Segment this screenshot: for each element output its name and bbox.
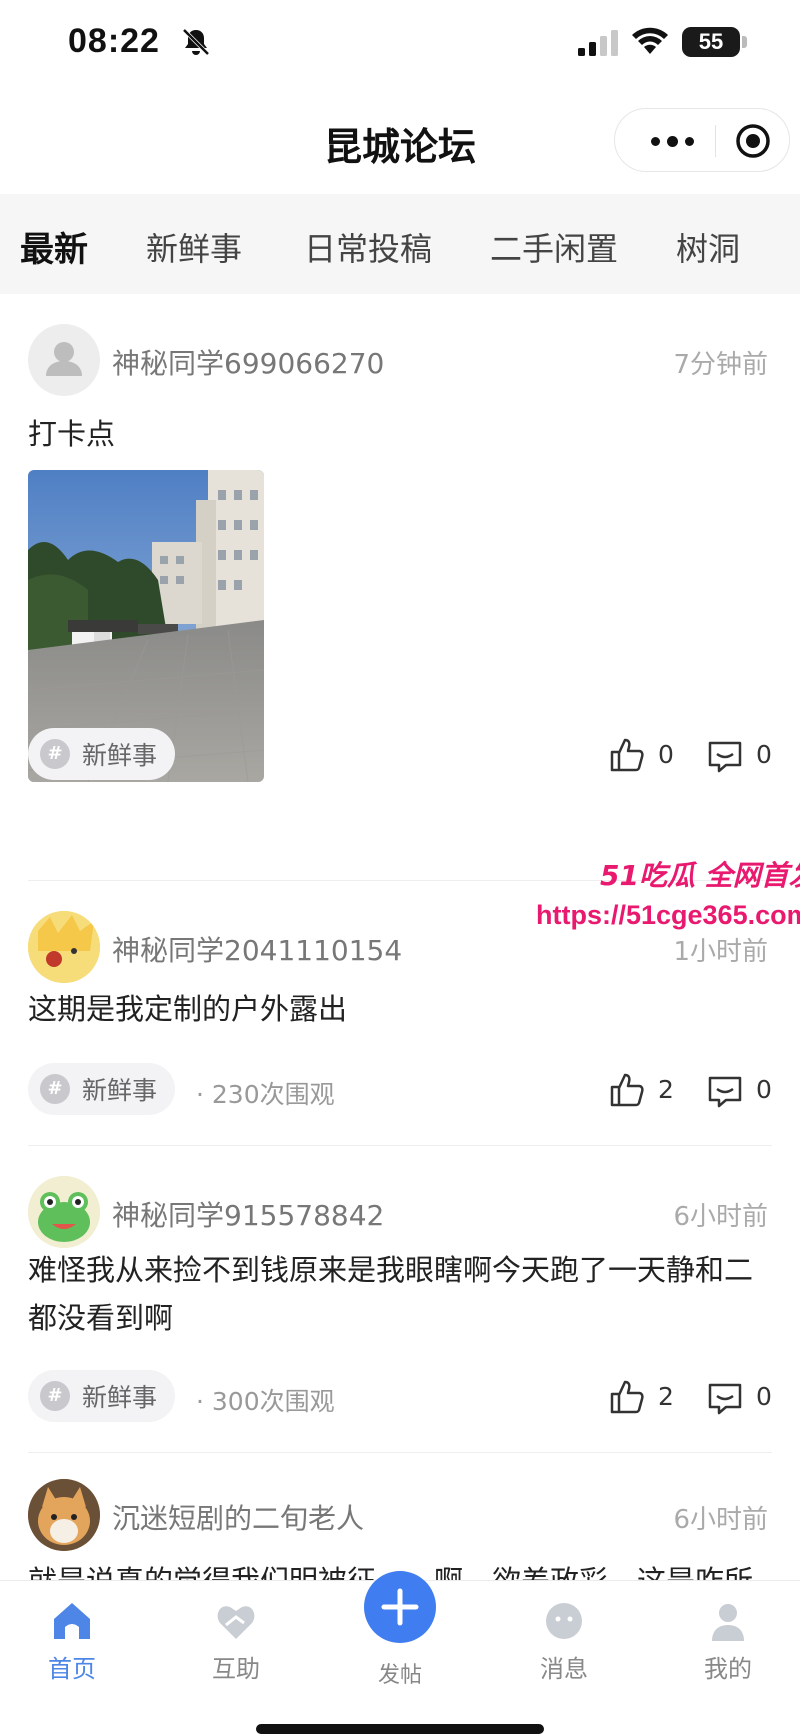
watermark-brand: 51吃瓜 全网首发 (600, 859, 800, 892)
battery-cap (742, 36, 747, 48)
close-target-icon[interactable] (731, 119, 775, 163)
status-bar: 08:22 55 (0, 0, 800, 90)
tab-mine-label: 我的 (704, 1655, 752, 1683)
home-indicator (256, 1724, 544, 1734)
post-content[interactable]: 这期是我定制的户外露出 (28, 985, 772, 1033)
post-card[interactable]: 神秘同学699066270 7分钟前 打卡点 # 新鲜事 0 0 (0, 294, 800, 881)
cellular-signal-icon (578, 30, 618, 56)
topic-tag[interactable]: # 新鲜事 (28, 1063, 176, 1115)
heart-hands-icon (217, 1606, 255, 1639)
tab-second-hand[interactable]: 二手闲置 (490, 224, 618, 270)
status-time: 08:22 (68, 22, 160, 60)
hash-icon: # (40, 1074, 70, 1104)
author-name[interactable]: 神秘同学2041110154 (112, 929, 402, 969)
like-count: 2 (658, 1382, 674, 1411)
author-name[interactable]: 神秘同学699066270 (112, 342, 384, 382)
category-tabs: 最新 新鲜事 日常投稿 二手闲置 树洞 (0, 194, 800, 294)
view-count: · 300次围观 (196, 1387, 335, 1416)
author-name[interactable]: 沉迷短剧的二旬老人 (112, 1497, 364, 1537)
hash-icon: # (40, 1381, 70, 1411)
bottom-tab-bar: 首页 互助 发帖 消息 我的 (0, 1571, 800, 1736)
post-content[interactable]: 难怪我从来捡不到钱原来是我眼瞎啊今天跑了一天静和二都没看到啊 (28, 1246, 772, 1342)
tab-latest[interactable]: 最新 (20, 222, 88, 271)
thumbs-up-icon[interactable] (608, 1071, 646, 1109)
wifi-icon (632, 27, 668, 54)
avatar[interactable] (28, 324, 100, 396)
nav-bar: 昆城论坛 (0, 90, 800, 194)
tab-mine[interactable]: 我的 (668, 1591, 788, 1684)
view-count: · 230次围观 (196, 1080, 335, 1109)
tab-messages[interactable]: 消息 (504, 1591, 624, 1684)
tab-interact[interactable]: 互助 (176, 1591, 296, 1684)
topic-tag-label: 新鲜事 (82, 741, 158, 770)
topic-tag[interactable]: # 新鲜事 (28, 1370, 176, 1422)
topic-tag-label: 新鲜事 (82, 1383, 158, 1412)
post-content[interactable]: 打卡点 (28, 410, 772, 458)
avatar[interactable] (28, 911, 100, 983)
tab-home-label: 首页 (48, 1655, 96, 1683)
topic-tag-label: 新鲜事 (82, 1076, 158, 1105)
tab-fresh[interactable]: 新鲜事 (146, 224, 242, 270)
post-time: 6小时前 (673, 1202, 768, 1232)
comment-count: 0 (756, 740, 772, 769)
avatar[interactable] (28, 1176, 100, 1248)
thumbs-up-icon[interactable] (608, 736, 646, 774)
tab-post-label: 发帖 (377, 1663, 422, 1688)
like-count: 2 (658, 1075, 674, 1104)
more-icon[interactable] (639, 109, 703, 173)
tab-messages-label: 消息 (540, 1655, 588, 1683)
capsule-divider (715, 125, 716, 157)
tab-interact-label: 互助 (212, 1655, 260, 1683)
tab-tree-hole[interactable]: 树洞 (676, 224, 740, 270)
post-time: 7分钟前 (673, 350, 768, 380)
thumbs-up-icon[interactable] (608, 1378, 646, 1416)
bell-muted-icon (182, 28, 210, 56)
post-feed: 神秘同学699066270 7分钟前 打卡点 # 新鲜事 0 0 神秘同学204… (0, 294, 800, 1580)
watermark: 51吃瓜 全网首发 https://51cge365.com (520, 854, 800, 954)
comment-icon[interactable] (706, 1073, 744, 1111)
miniprogram-capsule (614, 108, 790, 172)
post-button[interactable] (364, 1571, 436, 1643)
home-icon (54, 1603, 90, 1639)
post-time: 6小时前 (673, 1505, 768, 1535)
topic-tag[interactable]: # 新鲜事 (28, 728, 176, 780)
watermark-url: https://51cge365.com (536, 900, 800, 930)
comment-icon[interactable] (706, 1380, 744, 1418)
message-bubble-icon (546, 1603, 582, 1639)
comment-icon[interactable] (706, 738, 744, 776)
hash-icon: # (40, 739, 70, 769)
default-avatar-icon (46, 342, 82, 376)
comment-count: 0 (756, 1382, 772, 1411)
post-card[interactable]: 神秘同学915578842 6小时前 难怪我从来捡不到钱原来是我眼瞎啊今天跑了一… (0, 1146, 800, 1453)
like-count: 0 (658, 740, 674, 769)
battery-indicator: 55 (682, 27, 740, 57)
user-icon (712, 1604, 744, 1641)
post-card[interactable]: 沉迷短剧的二旬老人 6小时前 就是说真的觉得我们明被征……啊，欲差政彩，这是咋所 (0, 1453, 800, 1580)
tab-daily-submission[interactable]: 日常投稿 (304, 224, 432, 270)
tab-home[interactable]: 首页 (12, 1591, 132, 1684)
author-name[interactable]: 神秘同学915578842 (112, 1194, 384, 1234)
comment-count: 0 (756, 1075, 772, 1104)
avatar[interactable] (28, 1479, 100, 1551)
plus-icon (381, 1588, 419, 1626)
